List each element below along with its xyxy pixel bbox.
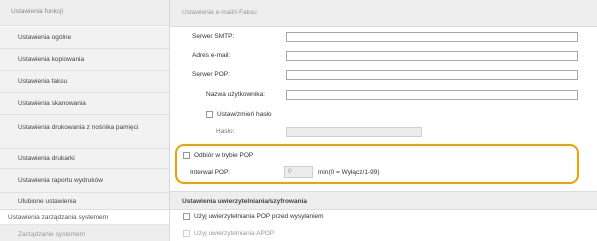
- sidebar: Ustawienia funkcji Ustawienia ogólne Ust…: [0, 0, 169, 241]
- email-address-input[interactable]: [286, 51, 578, 61]
- sidebar-item-general-settings[interactable]: Ustawienia ogólne: [0, 27, 169, 49]
- sidebar-section-system-management[interactable]: Ustawienia zarządzania systemem: [0, 209, 169, 225]
- sidebar-header: Ustawienia funkcji: [0, 0, 169, 26]
- sidebar-item-label: Ustawienia drukowania z nośnika pamięci: [18, 124, 139, 131]
- main-panel: Ustawienia e-mail/I-Faksu Serwer SMTP: A…: [170, 0, 597, 241]
- sidebar-item-printer-settings[interactable]: Ustawienia drukarki: [0, 149, 169, 169]
- apop-auth-checkbox[interactable]: [183, 230, 190, 237]
- highlight-frame: [175, 144, 579, 184]
- username-label: Nazwa użytkownika:: [206, 91, 265, 98]
- smtp-server-label: Serwer SMTP:: [192, 33, 235, 40]
- smtp-server-input[interactable]: [286, 32, 578, 42]
- pop-before-smtp-checkbox[interactable]: [183, 213, 190, 220]
- sidebar-item-system-management[interactable]: Zarządzanie systemem: [0, 225, 169, 241]
- sidebar-item-report-settings[interactable]: Ustawienia raportu wydruków: [0, 169, 169, 193]
- section-header-email-ifax: Ustawienia e-mail/I-Faksu: [170, 0, 597, 27]
- password-input[interactable]: [286, 127, 422, 137]
- pop-before-smtp-label: Użyj uwierzytelniania POP przed wysyłani…: [194, 213, 324, 220]
- section-header-auth-encryption: Ustawienia uwierzytelniania/szyfrowania: [170, 191, 597, 210]
- set-password-checkbox[interactable]: [206, 111, 213, 118]
- sidebar-item-fax-settings[interactable]: Ustawienia faksu: [0, 71, 169, 93]
- password-label: Hasło:: [216, 128, 235, 135]
- sidebar-item-media-print-settings[interactable]: Ustawienia drukowania z nośnika pamięci: [0, 115, 169, 149]
- set-password-label: Ustaw/zmień hasło: [217, 111, 272, 118]
- sidebar-item-scan-settings[interactable]: Ustawienia skanowania: [0, 93, 169, 115]
- sidebar-item-copy-settings[interactable]: Ustawienia kopiowania: [0, 49, 169, 71]
- username-input[interactable]: [286, 90, 578, 100]
- email-address-label: Adres e-mail:: [192, 52, 231, 59]
- pop-server-input[interactable]: [286, 70, 578, 80]
- pop-server-label: Serwer POP:: [192, 71, 230, 78]
- apop-auth-label: Użyj uwierzytelniania APOP: [194, 230, 275, 237]
